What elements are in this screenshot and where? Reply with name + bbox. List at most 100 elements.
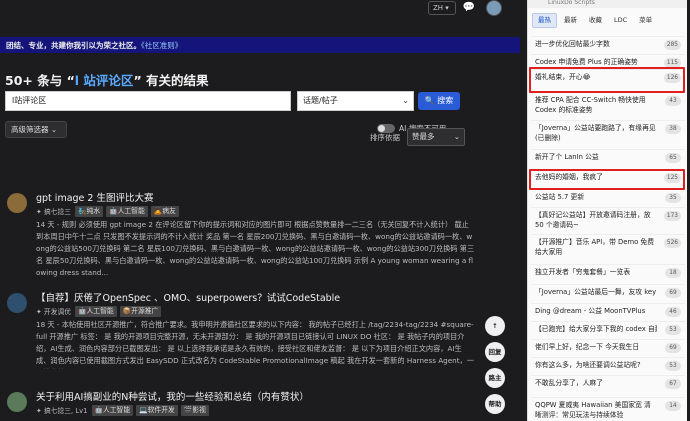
reply-count-badge: 14 [665,401,681,411]
search-button[interactable]: 🔍 搜索 [418,92,460,110]
list-item-title: 【开源推广】音乐 API，带 Demo 免费给大家用 [535,238,654,256]
title-prefix: 50+ 条与 “ [5,73,75,88]
divider [531,120,685,121]
list-item[interactable]: 公益站 5.7 更新 35 [531,193,685,203]
avatar[interactable] [7,293,27,313]
list-item[interactable]: 「Joverna」公益站最后一舞，友攻 key 吧 69 [531,288,685,298]
reply-count-badge: 526 [663,238,681,248]
tag[interactable]: 💻软件开发 [136,404,178,416]
result-title[interactable]: gpt image 2 生图评比大赛 [36,190,153,204]
chat-icon[interactable]: 💬 [462,2,476,14]
sort-value: 赞最多 [412,132,435,141]
result-category[interactable]: ✦ 开发调优 [36,306,71,316]
tag[interactable]: 🎬影视 [180,404,209,416]
divider [531,339,685,340]
list-item[interactable]: 「Joverna」公益站要跑路了，有缘再见 (已删除) 38 [531,124,685,143]
divider [531,284,685,285]
tab-menu[interactable]: 菜单 [634,13,657,28]
banner-text: 团结、专业，共建你我引以为荣之社区。《社区准则》 [6,40,182,51]
chevron-down-icon: ⌄ [402,96,409,105]
result-title[interactable]: 关于利用AI搞副业的N种尝试，我的一些经验和总结（内有赞状） [36,389,309,403]
result-meta: ✦ 搞七捻三 🧞纯水 🤖人工智能 🙇病友 [36,205,182,217]
tab-favorites[interactable]: 收藏 [584,13,607,28]
list-item[interactable]: 你有这么多，为啥还要调公益站呢? 53 [531,361,685,371]
list-item[interactable]: 独立开发者「穷鬼套餐」一览表 18 [531,268,685,278]
list-item-title: 你有这么多，为啥还要调公益站呢? [535,361,641,369]
result-meta: ✦ 搞七捻三, Lv1 🤖人工智能 💻软件开发 🎬影视 [36,404,212,416]
help-button[interactable]: 帮助 [485,394,505,414]
language-selector[interactable]: ZH ▾ [428,1,456,15]
list-item-title: 进一步优化回帖最少字数 [535,40,610,48]
list-item-title: 推荐 CPA 配合 CC-Switch 畅快使用 Codex 的标准姿势 [535,96,646,114]
reply-count-badge: 53 [665,325,681,335]
list-item-title: 独立开发者「穷鬼套餐」一览表 [535,268,631,276]
reply-button[interactable]: 回复 [485,342,505,362]
list-item[interactable]: 进一步优化回帖最少字数 285 [531,40,685,50]
divider [531,357,685,358]
reply-count-badge: 69 [665,288,681,298]
list-item-title: 【真好记公益站】开放邀请码注册，放 50 个邀请码~ [535,211,651,229]
list-item-title: 【已跑完】给大家分享下我的 codex 自建池 [535,325,657,333]
sort-select[interactable]: 赞最多 ⌄ [407,128,465,146]
tab-hot[interactable]: 最热 [532,13,557,28]
tab-ldc[interactable]: LDC [609,13,632,28]
sort-label: 排序依据 [370,133,400,142]
tag[interactable]: 🤖人工智能 [91,404,134,416]
list-item[interactable]: Ding @dream - 公益 MoonTVPlus 46 [531,307,685,317]
language-label: ZH [433,4,444,12]
main-area: ZH ▾ 💬 团结、专业，共建你我引以为荣之社区。《社区准则》 50+ 条与 “… [0,0,520,421]
tag[interactable]: 🤖人工智能 [106,205,148,217]
divider [531,54,685,55]
search-type-select[interactable]: 话题/帖子 ⌄ [297,91,414,111]
avatar[interactable] [7,193,27,213]
avatar[interactable] [7,392,27,412]
ai-search-toggle[interactable] [377,124,395,133]
reply-count-badge: 285 [663,40,681,50]
toggle-knob [378,125,385,132]
tab-latest[interactable]: 最新 [559,13,582,28]
result-meta: ✦ 开发调优 🤖人工智能 📦开源推广 [36,305,164,317]
tag[interactable]: 🧞纯水 [75,205,104,217]
result-category[interactable]: ✦ 搞七捻三, Lv1 [36,405,88,415]
list-item[interactable]: 【真好记公益站】开放邀请码注册，放 50 个邀请码~ 173 [531,211,685,230]
divider [531,207,685,208]
tag[interactable]: 🤖人工智能 [75,305,117,317]
list-item[interactable]: QQPW 夏威夷 Hawaiian 美国家宽 清晰测评：常见玩法与持续体验 14 [531,401,685,420]
divider [531,303,685,304]
list-item[interactable]: 不敢乱分享了，人麻了 67 [531,379,685,389]
floor-owner-button[interactable]: 路主 [485,368,505,388]
search-icon: 🔍 [424,96,435,105]
scroll-top-button[interactable]: ↑ [485,316,505,336]
advanced-filter-button[interactable]: 高级筛选器 ⌄ [5,121,67,138]
panel-tabs: 最热 最新 收藏 LDC 菜单 [532,13,659,29]
result-category[interactable]: ✦ 搞七捻三 [36,206,71,216]
avatar[interactable] [486,0,502,16]
guidelines-link[interactable]: 《社区准则》 [141,41,182,50]
divider [531,36,685,37]
scripts-panel: LinuxDo Scripts 最热 最新 收藏 LDC 菜单 进一步优化回帖最… [527,0,687,421]
reply-count-badge: 67 [665,379,681,389]
top-bar: ZH ▾ 💬 [0,0,520,22]
panel-title: LinuxDo Scripts [528,0,687,8]
divider [531,397,685,398]
list-item-title: 新开了个 LanIn 公益 [535,153,599,161]
banner-slogan: 团结、专业，共建你我引以为荣之社区。 [6,41,141,50]
highlight-box [529,67,685,93]
divider [531,375,685,376]
reply-count-badge: 69 [665,343,681,353]
result-title[interactable]: 【自荐】厌倦了OpenSpec 、OMO、superpowers？试试CodeS… [36,290,340,304]
list-item[interactable]: 推荐 CPA 配合 CC-Switch 畅快使用 Codex 的标准姿势 43 [531,96,685,115]
list-item-title: 佬们早上好，纪念一下 今天我生日 [535,343,640,351]
list-item-title: 「Joverna」公益站最后一舞，友攻 key 吧 [535,288,657,296]
divider [531,321,685,322]
chevron-down-icon: ⌄ [453,132,460,141]
list-item-title: 公益站 5.7 更新 [535,193,585,201]
tag[interactable]: 🙇病友 [150,205,179,217]
chevron-down-icon: ⌄ [50,125,58,134]
list-item[interactable]: 【已跑完】给大家分享下我的 codex 自建池 53 [531,325,685,335]
list-item[interactable]: 佬们早上好，纪念一下 今天我生日 69 [531,343,685,353]
list-item[interactable]: 【开源推广】音乐 API，带 Demo 免费给大家用 526 [531,238,685,257]
tag[interactable]: 📦开源推广 [119,305,162,317]
search-input[interactable]: l站评论区 [5,91,291,111]
list-item[interactable]: 新开了个 LanIn 公益 65 [531,153,685,163]
